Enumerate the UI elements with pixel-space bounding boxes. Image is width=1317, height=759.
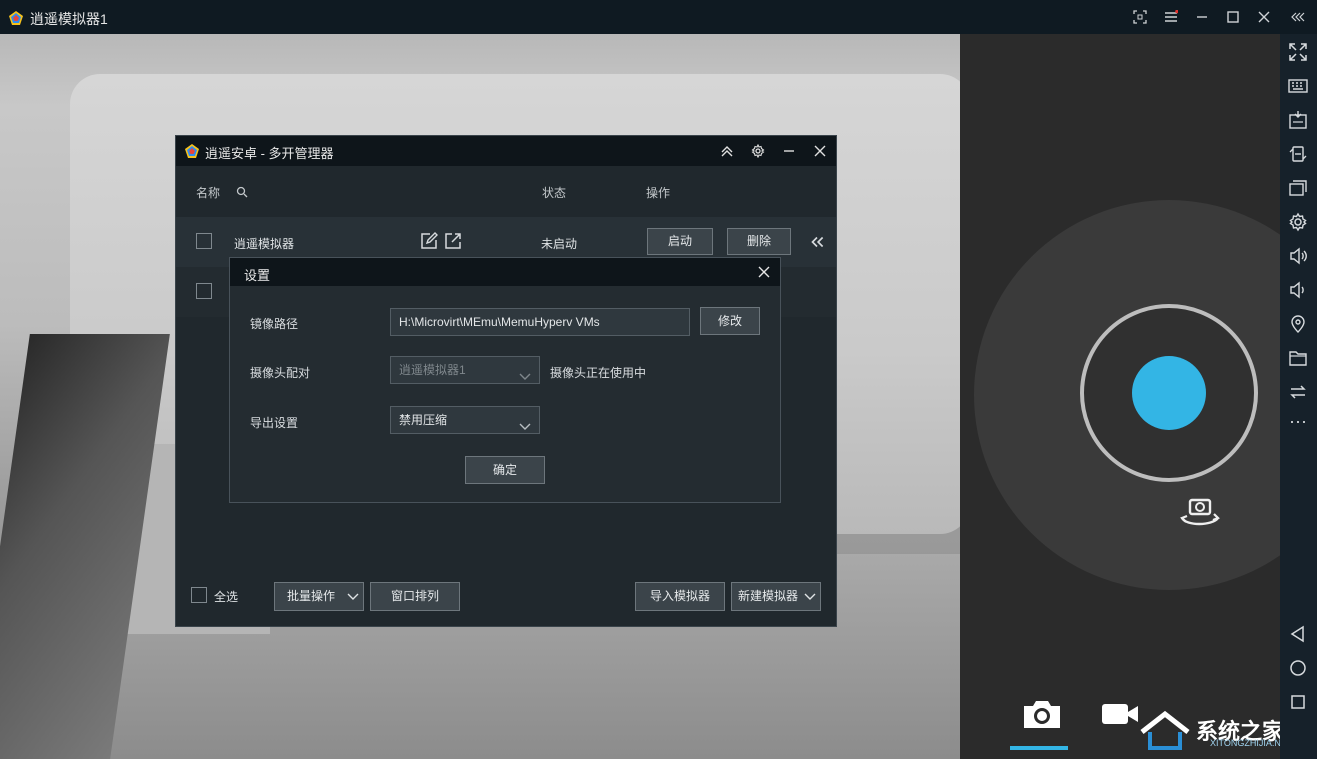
start-button[interactable]: 启动 bbox=[647, 228, 713, 255]
settings-titlebar: 设置 bbox=[230, 258, 780, 286]
camera-control-panel: 系统之家 XITONGZHIJIA.NET bbox=[960, 34, 1280, 759]
camera-pair-select[interactable]: 逍遥模拟器1 bbox=[390, 356, 540, 384]
window-arrange-button[interactable]: 窗口排列 bbox=[370, 582, 460, 611]
window-title: 逍遥模拟器1 bbox=[30, 11, 108, 27]
right-toolbar: ··· bbox=[1280, 34, 1317, 759]
camera-status-text: 摄像头正在使用中 bbox=[550, 366, 647, 380]
manager-titlebar: 逍遥安卓 - 多开管理器 bbox=[176, 136, 836, 166]
volume-up-icon[interactable] bbox=[1288, 246, 1308, 266]
close-icon[interactable] bbox=[1253, 6, 1275, 28]
settings-title: 设置 bbox=[244, 268, 271, 283]
image-path-field[interactable]: H:\Microvirt\MEmu\MemuHyperv VMs bbox=[390, 308, 690, 336]
back-icon[interactable] bbox=[1288, 624, 1308, 644]
recent-apps-icon[interactable] bbox=[1288, 692, 1308, 712]
fullscreen-icon[interactable] bbox=[1288, 42, 1308, 62]
export-settings-label: 导出设置 bbox=[250, 416, 299, 430]
install-apk-icon[interactable] bbox=[1288, 110, 1308, 130]
location-pin-icon[interactable] bbox=[1288, 314, 1308, 334]
manager-settings-icon[interactable] bbox=[747, 140, 769, 162]
column-header-status: 状态 bbox=[542, 186, 567, 200]
column-header-actions: 操作 bbox=[646, 186, 671, 200]
chevron-down-icon bbox=[519, 365, 531, 380]
multi-window-icon[interactable] bbox=[1288, 178, 1308, 198]
expand-chevron-icon[interactable] bbox=[808, 233, 824, 249]
new-emulator-button[interactable]: 新建模拟器 bbox=[731, 582, 821, 611]
pin-top-icon[interactable] bbox=[716, 140, 738, 162]
manager-close-icon[interactable] bbox=[809, 140, 831, 162]
instance-status: 未启动 bbox=[541, 237, 578, 251]
switch-camera-icon[interactable] bbox=[1176, 494, 1224, 534]
settings-dialog: 设置 镜像路径 H:\Microvirt\MEmu\MemuHyperv VMs… bbox=[229, 257, 781, 503]
more-icon[interactable]: ··· bbox=[1288, 412, 1308, 434]
select-all-checkbox[interactable] bbox=[191, 587, 207, 603]
collapse-sidebar-icon[interactable] bbox=[1287, 6, 1309, 28]
chevron-down-icon bbox=[519, 415, 531, 430]
row-checkbox[interactable] bbox=[196, 283, 212, 299]
emulator-titlebar: 逍遥模拟器1 bbox=[0, 0, 1317, 34]
camera-mode-bar: 系统之家 XITONGZHIJIA.NET bbox=[960, 684, 1280, 759]
volume-down-icon[interactable] bbox=[1288, 280, 1308, 300]
edit-icon[interactable] bbox=[420, 232, 438, 250]
camera-pair-label: 摄像头配对 bbox=[250, 366, 311, 380]
search-icon[interactable] bbox=[236, 186, 248, 198]
modify-path-button[interactable]: 修改 bbox=[700, 307, 760, 335]
folder-icon[interactable] bbox=[1288, 348, 1308, 368]
shutter-button[interactable] bbox=[1132, 356, 1206, 430]
column-header-name: 名称 bbox=[196, 186, 221, 200]
settings-gear-icon[interactable] bbox=[1288, 212, 1308, 232]
rotate-screen-icon[interactable] bbox=[1288, 144, 1308, 164]
image-path-label: 镜像路径 bbox=[250, 317, 299, 331]
sync-operation-icon[interactable] bbox=[1288, 382, 1308, 402]
minimize-icon[interactable] bbox=[1191, 6, 1213, 28]
chevron-down-icon bbox=[804, 593, 816, 600]
confirm-button[interactable]: 确定 bbox=[465, 456, 545, 484]
screenshot-frame-icon[interactable] bbox=[1129, 6, 1151, 28]
memu-logo-icon bbox=[185, 144, 199, 158]
video-mode-icon[interactable] bbox=[1096, 694, 1144, 734]
settings-close-icon[interactable] bbox=[756, 264, 772, 280]
active-mode-indicator bbox=[1010, 746, 1068, 750]
menu-icon[interactable] bbox=[1160, 6, 1182, 28]
create-shortcut-icon[interactable] bbox=[444, 232, 462, 250]
home-icon[interactable] bbox=[1288, 658, 1308, 678]
photo-mode-icon[interactable] bbox=[1018, 694, 1066, 734]
batch-operations-button[interactable]: 批量操作 bbox=[274, 582, 364, 611]
memu-logo-icon bbox=[9, 11, 23, 25]
export-compression-select[interactable]: 禁用压缩 bbox=[390, 406, 540, 434]
house-logo-icon bbox=[1140, 710, 1190, 750]
chevron-down-icon bbox=[347, 593, 359, 600]
keyboard-icon[interactable] bbox=[1288, 76, 1308, 96]
select-all-label: 全选 bbox=[214, 590, 239, 604]
manager-title: 逍遥安卓 - 多开管理器 bbox=[205, 146, 334, 161]
watermark: 系统之家 XITONGZHIJIA.NET bbox=[1140, 710, 1280, 754]
import-emulator-button[interactable]: 导入模拟器 bbox=[635, 582, 725, 611]
manager-minimize-icon[interactable] bbox=[778, 140, 800, 162]
delete-button[interactable]: 删除 bbox=[727, 228, 791, 255]
row-checkbox[interactable] bbox=[196, 233, 212, 249]
maximize-icon[interactable] bbox=[1222, 6, 1244, 28]
instance-name: 逍遥模拟器 bbox=[234, 237, 295, 251]
